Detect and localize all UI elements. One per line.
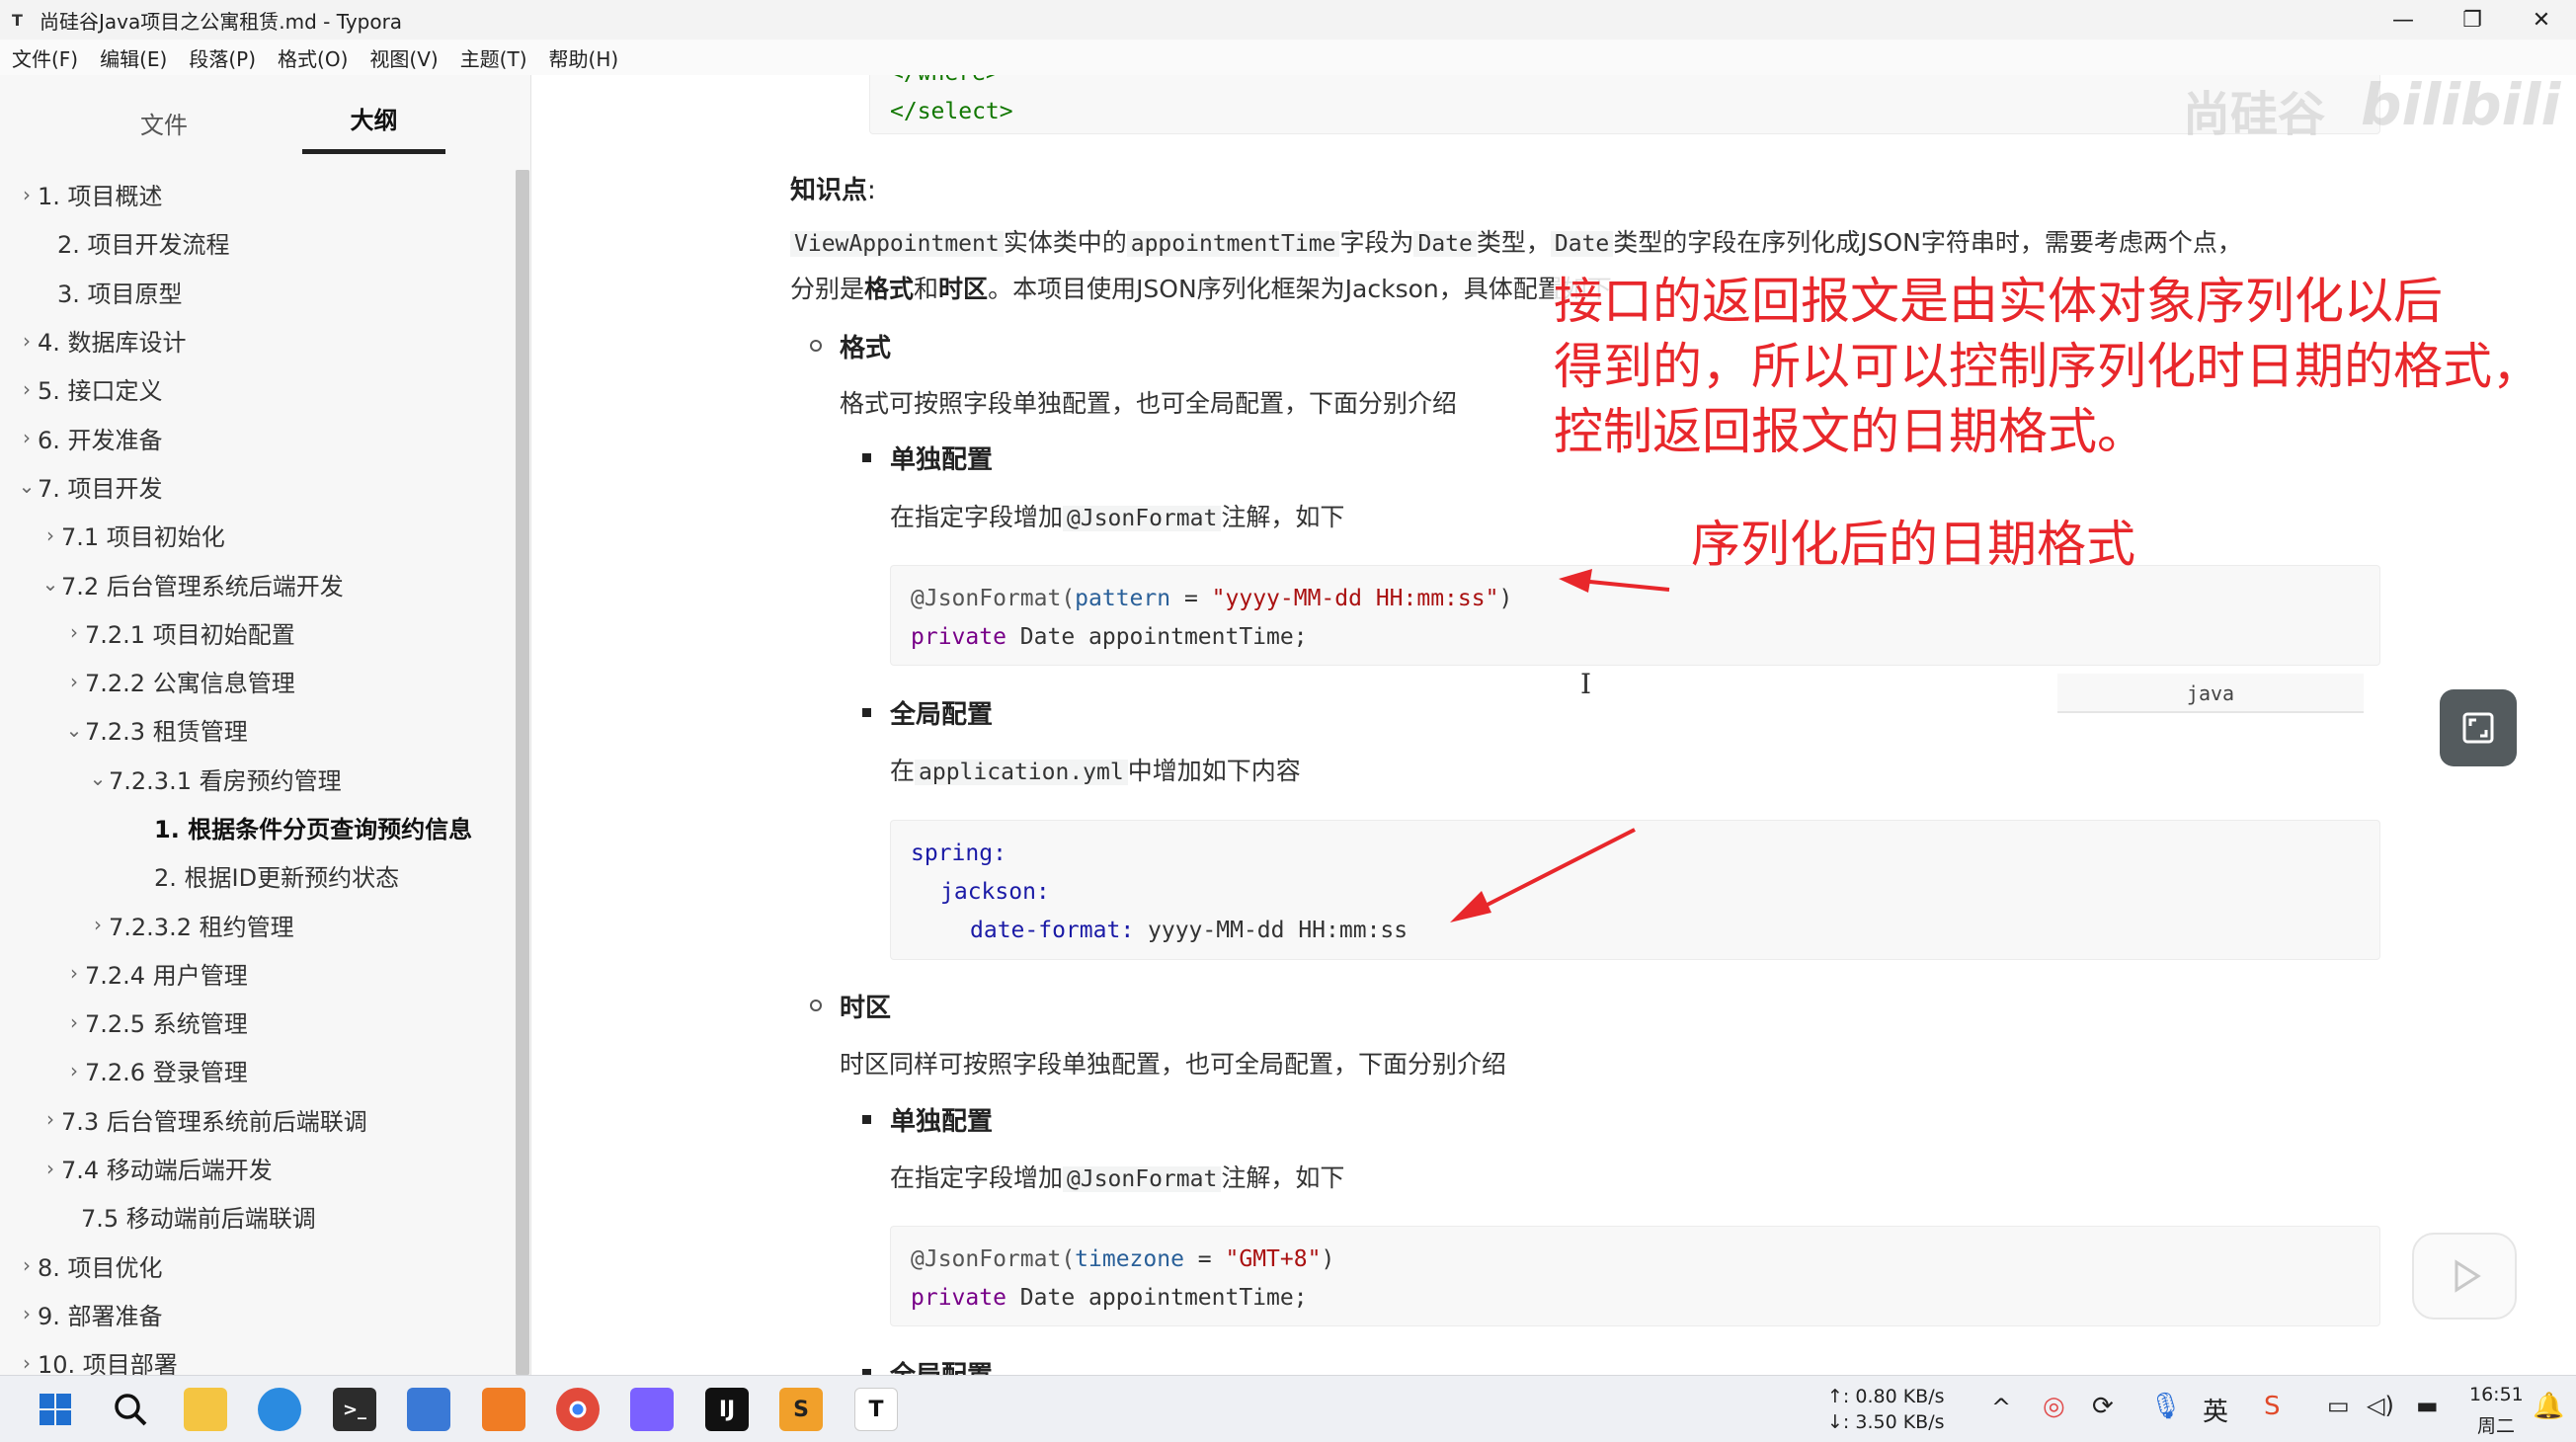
- volume-icon[interactable]: ◁): [2367, 1392, 2394, 1419]
- tray-app-icon[interactable]: ◎: [2043, 1392, 2065, 1421]
- microphone-icon[interactable]: 🎙: [2149, 1392, 2182, 1421]
- video-play-button[interactable]: [2412, 1233, 2517, 1320]
- taskbar: >_ IJ S T ↑: 0.80 KB/s ↓: 3.50 KB/s ^ ◎ …: [0, 1375, 2576, 1442]
- search-icon[interactable]: [109, 1388, 152, 1431]
- battery-icon[interactable]: ▬: [2416, 1392, 2439, 1419]
- edge-browser-icon[interactable]: [258, 1388, 301, 1431]
- network-upload-speed: ↑: 0.80 KB/s: [1827, 1386, 1945, 1407]
- app-orange-icon[interactable]: [482, 1388, 525, 1431]
- windows-start-icon[interactable]: [34, 1388, 77, 1431]
- terminal-icon[interactable]: >_: [333, 1388, 376, 1431]
- arrow-icon: [1559, 569, 1670, 593]
- notification-bell-icon[interactable]: 🔔: [2533, 1392, 2564, 1421]
- network-download-speed: ↓: 3.50 KB/s: [1827, 1411, 1945, 1433]
- typora-taskbar-icon[interactable]: T: [854, 1388, 898, 1431]
- annotation-arrows: [1450, 569, 1670, 922]
- store-icon[interactable]: [407, 1388, 450, 1431]
- sync-icon[interactable]: ⟳: [2092, 1392, 2114, 1421]
- clock-time[interactable]: 16:51: [2469, 1384, 2524, 1405]
- fullscreen-toggle-button[interactable]: [2440, 689, 2517, 766]
- tray-chevron-up-icon[interactable]: ^: [1991, 1394, 2011, 1421]
- app-colorful-icon[interactable]: [630, 1388, 674, 1431]
- arrow-icon: [1450, 828, 1636, 922]
- sogou-icon[interactable]: S: [2264, 1392, 2281, 1421]
- play-icon: [2455, 1259, 2481, 1293]
- clock-day[interactable]: 周二: [2477, 1411, 2515, 1438]
- sublime-text-icon[interactable]: S: [779, 1388, 823, 1431]
- file-explorer-icon[interactable]: [184, 1388, 227, 1431]
- expand-icon: [2462, 712, 2494, 744]
- chrome-icon[interactable]: [556, 1388, 600, 1431]
- ime-icon[interactable]: 英: [2203, 1392, 2228, 1428]
- intellij-idea-icon[interactable]: IJ: [705, 1388, 749, 1431]
- display-icon[interactable]: ▭: [2327, 1392, 2350, 1419]
